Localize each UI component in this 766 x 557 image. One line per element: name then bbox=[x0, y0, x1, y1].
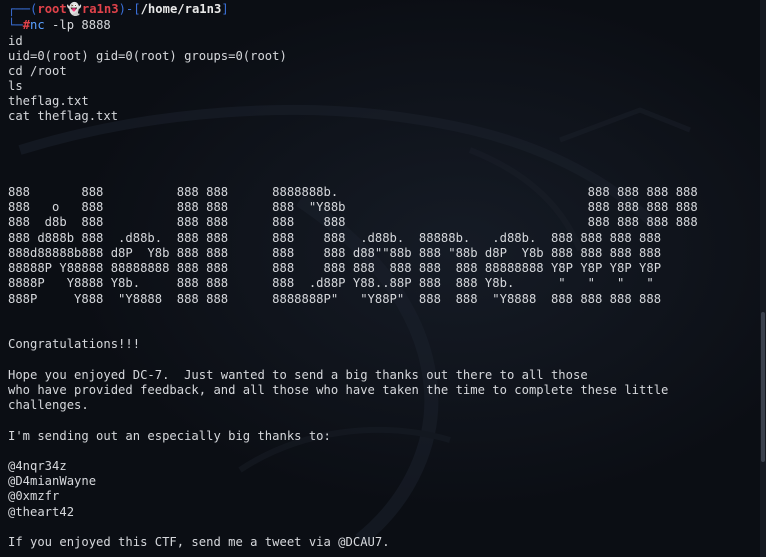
prompt-path: /home/ra1n3 bbox=[140, 2, 222, 16]
terminal-window[interactable]: ┌──(root👻ra1n3)-[/home/ra1n3] └─#nc -lp … bbox=[0, 0, 766, 557]
session-line: cd /root bbox=[8, 64, 67, 78]
message-line: Congratulations!!! bbox=[8, 337, 141, 351]
session-line: ls bbox=[8, 79, 23, 93]
ascii-art-line: 88888P Y88888 88888888 888 888 888 888 8… bbox=[8, 261, 662, 275]
ascii-art-line: 888d88888b888 d8P Y8b 888 888 888 888 d8… bbox=[8, 246, 662, 260]
prompt-user-host: root👻ra1n3 bbox=[37, 2, 119, 16]
thanks-handle: @theart42 bbox=[8, 505, 75, 519]
message-line: challenges. bbox=[8, 398, 89, 412]
prompt-bracket: └─ bbox=[8, 18, 23, 32]
ascii-art-line: 888 888 888 888 8888888b. 888 888 888 88… bbox=[8, 185, 698, 199]
message-line: Hope you enjoyed DC-7. Just wanted to se… bbox=[8, 368, 588, 382]
message-line: If you enjoyed this CTF, send me a tweet… bbox=[8, 535, 390, 549]
message-line: who have provided feedback, and all thos… bbox=[8, 383, 669, 397]
command-args: -lp 8888 bbox=[44, 18, 111, 32]
message-line: I'm sending out an especially big thanks… bbox=[8, 429, 331, 443]
prompt-bracket: ┌──( bbox=[8, 2, 38, 16]
ascii-art-line: 8888P Y8888 Y8b. 888 888 888 .d88P Y88..… bbox=[8, 276, 654, 290]
prompt-line-top: ┌──(root👻ra1n3)-[/home/ra1n3] bbox=[8, 2, 229, 17]
ascii-art-line: 888P Y888 "Y8888 888 888 8888888P" "Y88P… bbox=[8, 292, 662, 306]
scrollbar-track[interactable] bbox=[760, 0, 766, 557]
thanks-handle: @D4mianWayne bbox=[8, 474, 97, 488]
session-line: id bbox=[8, 34, 23, 48]
session-line: uid=0(root) gid=0(root) groups=0(root) bbox=[8, 49, 287, 63]
ascii-art-line: 888 o 888 888 888 888 "Y88b 888 888 888 … bbox=[8, 200, 698, 214]
prompt-bracket: )-[ bbox=[118, 2, 141, 16]
prompt-symbol: # bbox=[22, 18, 31, 32]
session-line: cat theflag.txt bbox=[8, 109, 119, 123]
prompt-line-command: └─#nc -lp 8888 bbox=[8, 18, 111, 33]
scrollbar-thumb[interactable] bbox=[761, 312, 765, 462]
ascii-art-line: 888 d8b 888 888 888 888 888 888 888 888 … bbox=[8, 215, 698, 229]
command-name: nc bbox=[30, 18, 45, 32]
thanks-handle: @0xmzfr bbox=[8, 489, 60, 503]
session-line: theflag.txt bbox=[8, 94, 89, 108]
ascii-art-line: 888 d888b 888 .d88b. 888 888 888 888 .d8… bbox=[8, 231, 662, 245]
thanks-handle: @4nqr34z bbox=[8, 459, 67, 473]
prompt-bracket: ] bbox=[221, 2, 229, 16]
